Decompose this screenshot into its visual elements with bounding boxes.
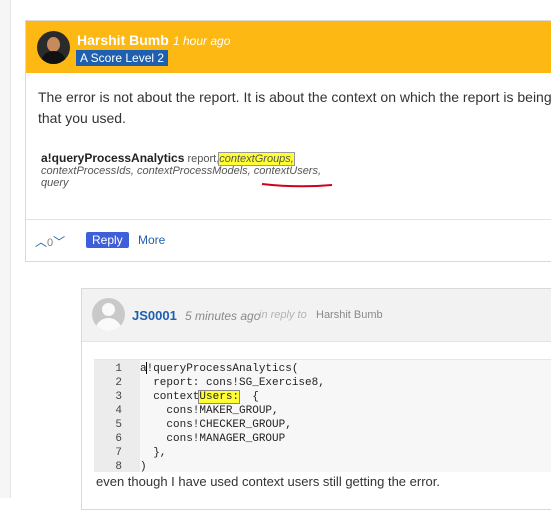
code-block: 1 a!queryProcessAnalytics(2 report: cons!… bbox=[94, 359, 551, 474]
line-number: 4 bbox=[115, 405, 122, 417]
red-underline-mark bbox=[261, 183, 333, 188]
more-link[interactable]: More bbox=[138, 233, 165, 247]
code-text: cons!CHECKER_GROUP, bbox=[140, 418, 292, 432]
post-timestamp: 1 hour ago bbox=[173, 34, 231, 48]
arg-process-models: contextProcessModels, bbox=[137, 165, 251, 177]
code-line: 3 contextUsers: { bbox=[94, 390, 551, 404]
line-number: 6 bbox=[115, 433, 122, 445]
default-avatar[interactable] bbox=[92, 298, 125, 331]
in-reply-to-label: in reply to bbox=[259, 309, 307, 321]
code-line: 2 report: cons!SG_Exercise8, bbox=[94, 376, 551, 390]
code-highlight: Users: bbox=[198, 390, 241, 404]
code-segment: { bbox=[239, 391, 259, 403]
code-segment: ) bbox=[140, 461, 147, 473]
arg-report: report, bbox=[187, 153, 220, 165]
code-segment: !queryProcessAnalytics( bbox=[146, 363, 299, 375]
code-text: cons!MANAGER_GROUP bbox=[140, 432, 285, 446]
code-line: 7 }, bbox=[94, 446, 551, 460]
avatar-body bbox=[41, 51, 66, 64]
code-segment: cons!CHECKER_GROUP, bbox=[140, 419, 292, 431]
page-left-gutter bbox=[0, 0, 11, 498]
answer-body: The error is not about the report. It is… bbox=[38, 87, 551, 129]
reply-post: JS0001 5 minutes ago in reply to Harshit… bbox=[81, 288, 551, 510]
code-line: 4 cons!MAKER_GROUP, bbox=[94, 404, 551, 418]
code-text: ) bbox=[140, 460, 147, 474]
vote-control: ︿0﹀ bbox=[35, 233, 65, 250]
avatar-face bbox=[102, 303, 115, 316]
line-number: 7 bbox=[115, 447, 122, 459]
code-line: 5 cons!CHECKER_GROUP, bbox=[94, 418, 551, 432]
reply-button[interactable]: Reply bbox=[86, 232, 129, 248]
code-segment: context bbox=[140, 391, 200, 403]
score-badge: A Score Level 2 bbox=[76, 50, 169, 66]
avatar[interactable] bbox=[37, 31, 70, 64]
code-segment: }, bbox=[140, 447, 167, 459]
reply-post-header: JS0001 5 minutes ago in reply to Harshit… bbox=[82, 289, 551, 342]
upvote-chevron-icon[interactable]: ︿ bbox=[35, 235, 47, 249]
line-number: 3 bbox=[115, 391, 122, 403]
code-segment: cons!MAKER_GROUP, bbox=[140, 405, 279, 417]
answer-post-header: Harshit Bumb 1 hour ago A Score Level 2 bbox=[26, 21, 551, 73]
line-number: 1 bbox=[115, 363, 122, 375]
arg-context-users: contextUsers, bbox=[253, 165, 322, 177]
arg-query: query bbox=[41, 177, 69, 189]
function-name: a!queryProcessAnalytics bbox=[41, 151, 185, 165]
code-line: 1 a!queryProcessAnalytics( bbox=[94, 362, 551, 376]
code-line: 8) bbox=[94, 460, 551, 474]
arg-context-groups: contextGroups, bbox=[218, 152, 295, 166]
line-number: 5 bbox=[115, 419, 122, 431]
code-segment: cons!MANAGER_GROUP bbox=[140, 433, 286, 445]
downvote-chevron-icon[interactable]: ﹀ bbox=[53, 235, 65, 249]
code-text: cons!MAKER_GROUP, bbox=[140, 404, 279, 418]
in-reply-to-name[interactable]: Harshit Bumb bbox=[316, 309, 383, 321]
avatar-face bbox=[47, 37, 60, 52]
answer-footer: ︿0﹀ Reply More bbox=[26, 219, 551, 262]
answer-text-line-2: that you used. bbox=[38, 110, 126, 126]
answer-text-line-1: The error is not about the report. It is… bbox=[38, 89, 551, 105]
code-text: contextUsers: { bbox=[140, 390, 259, 404]
author-name[interactable]: Harshit Bumb bbox=[77, 32, 169, 48]
answer-post: Harshit Bumb 1 hour ago A Score Level 2 … bbox=[25, 20, 551, 262]
line-number: 8 bbox=[115, 461, 122, 473]
avatar-body bbox=[95, 318, 122, 331]
code-segment: report: cons!SG_Exercise8, bbox=[140, 377, 325, 389]
code-line: 6 cons!MANAGER_GROUP bbox=[94, 432, 551, 446]
reply-author-name[interactable]: JS0001 bbox=[132, 308, 177, 323]
code-text: report: cons!SG_Exercise8, bbox=[140, 376, 325, 390]
code-text: a!queryProcessAnalytics( bbox=[140, 362, 298, 376]
reply-timestamp: 5 minutes ago bbox=[185, 309, 261, 323]
code-text: }, bbox=[140, 446, 166, 460]
reply-text: even though I have used context users st… bbox=[96, 474, 440, 489]
line-number: 2 bbox=[115, 377, 122, 389]
arg-process-ids: contextProcessIds, bbox=[41, 165, 134, 177]
